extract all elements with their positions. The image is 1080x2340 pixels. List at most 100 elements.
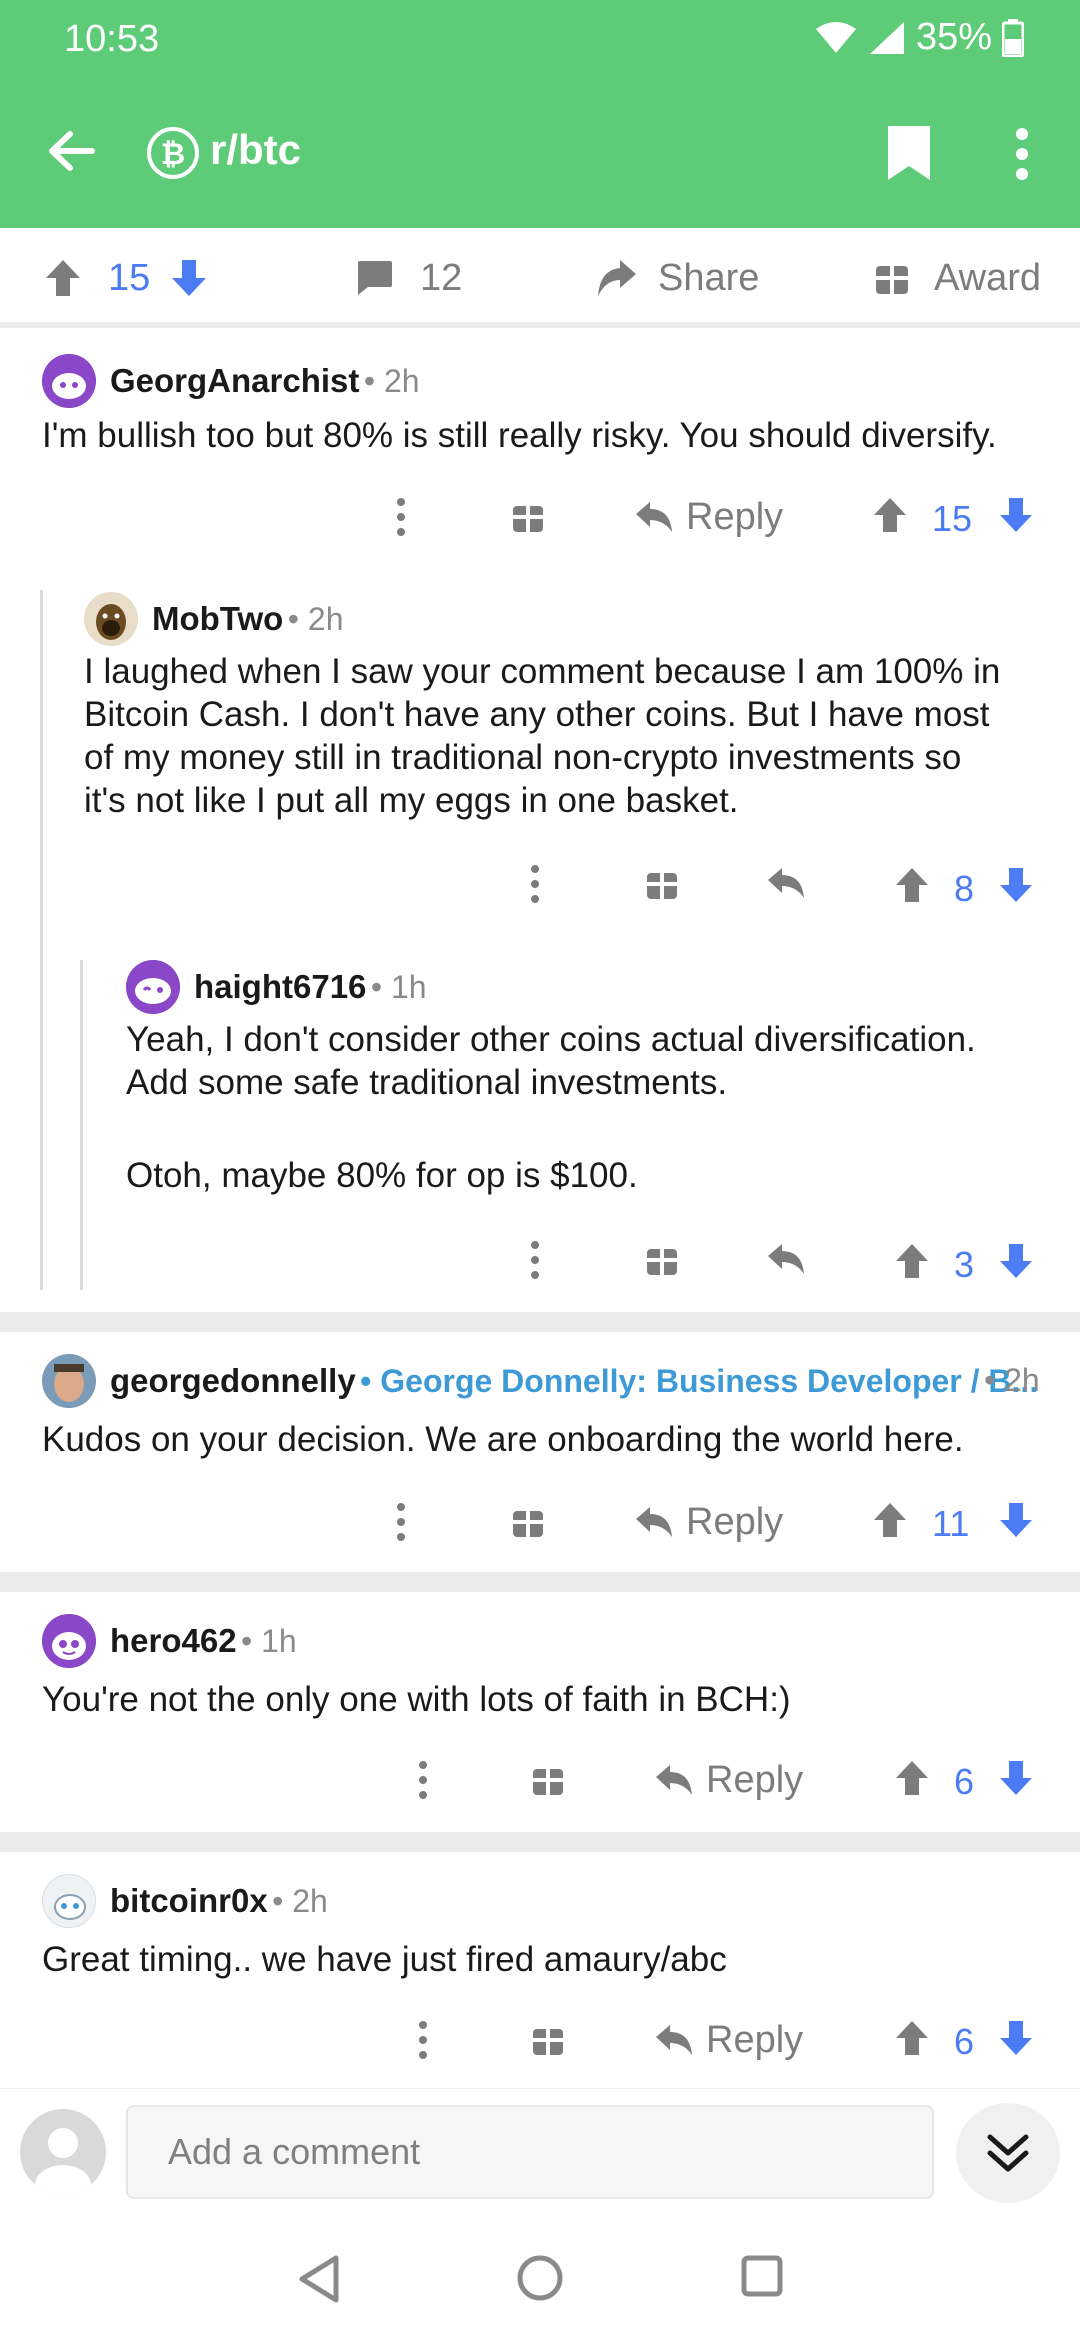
signal-icon: [869, 21, 904, 54]
svg-text:₿: ₿: [161, 137, 185, 172]
reply-icon[interactable]: [766, 1242, 806, 1276]
double-chevron-down-icon: [987, 2134, 1029, 2172]
downvote-icon[interactable]: [998, 1759, 1034, 1797]
reply-icon: [636, 1507, 672, 1537]
reply-icon: [656, 2025, 692, 2055]
comment-body: Yeah, I don't consider other coins actua…: [126, 1018, 1066, 1197]
scroll-down-button[interactable]: [956, 2103, 1060, 2203]
reply-icon[interactable]: [766, 866, 806, 900]
divider: [0, 1312, 1080, 1332]
comment-age: • 1h: [241, 1623, 297, 1659]
divider: [0, 1572, 1080, 1592]
upvote-icon[interactable]: [894, 866, 930, 904]
subreddit-title[interactable]: r/btc: [210, 126, 301, 174]
upvote-icon[interactable]: [44, 258, 82, 298]
reply-button[interactable]: Reply: [634, 490, 783, 544]
more-vert-icon[interactable]: [1012, 124, 1032, 184]
comment-body: You're not the only one with lots of fai…: [42, 1680, 791, 1719]
comment-input[interactable]: Add a comment: [126, 2105, 934, 2199]
downvote-icon[interactable]: [998, 1242, 1034, 1280]
comment-age: • 2h: [363, 363, 420, 399]
status-icons: 35%: [814, 16, 1024, 59]
upvote-icon[interactable]: [872, 496, 908, 534]
upvote-icon[interactable]: [894, 1759, 930, 1797]
comment-line: Add some safe traditional investments.: [126, 1063, 728, 1102]
comments-count-button[interactable]: 12: [354, 228, 462, 328]
user-avatar[interactable]: [20, 2109, 106, 2195]
comment-line: I laughed when I saw your comment becaus…: [84, 652, 1001, 691]
battery-percent: 35%: [915, 16, 992, 58]
comment-age: • 2h: [272, 1883, 328, 1919]
app-header: 10:53 35% ₿ r/btc: [0, 0, 1080, 228]
comment-username[interactable]: hero462: [110, 1622, 237, 1659]
divider: [0, 1832, 1080, 1852]
more-options-icon[interactable]: [522, 1238, 548, 1282]
comment-body: I laughed when I saw your comment becaus…: [84, 650, 1064, 822]
more-options-icon[interactable]: [388, 1500, 414, 1544]
thread-line[interactable]: [80, 960, 83, 1290]
comment-score: 8: [954, 868, 975, 909]
avatar[interactable]: [126, 960, 180, 1014]
avatar[interactable]: [42, 354, 96, 408]
gift-icon[interactable]: [510, 1504, 546, 1540]
gift-icon[interactable]: [644, 1242, 680, 1278]
upvote-icon[interactable]: [894, 2019, 930, 2057]
more-options-icon[interactable]: [388, 495, 414, 539]
comment-line: it's not like I put all my eggs in one b…: [84, 781, 739, 820]
comment-username[interactable]: GeorgAnarchist: [110, 362, 359, 399]
nav-back-icon[interactable]: [296, 2254, 342, 2304]
reply-label: Reply: [686, 1500, 784, 1543]
downvote-icon[interactable]: [998, 866, 1034, 904]
gift-icon[interactable]: [510, 499, 546, 535]
bookmark-icon[interactable]: [886, 124, 932, 182]
comment-username[interactable]: haight6716: [194, 968, 366, 1005]
downvote-icon[interactable]: [998, 496, 1034, 534]
comment-score: 3: [954, 1244, 975, 1285]
reply-button[interactable]: Reply: [634, 1495, 783, 1549]
more-options-icon[interactable]: [522, 862, 548, 906]
gift-icon[interactable]: [530, 2022, 566, 2058]
back-arrow-icon[interactable]: [46, 126, 96, 176]
comments-count: 12: [420, 256, 463, 299]
downvote-icon[interactable]: [998, 1501, 1034, 1539]
more-options-icon[interactable]: [410, 1758, 436, 1802]
nav-home-icon[interactable]: [516, 2254, 564, 2302]
gift-icon[interactable]: [530, 1762, 566, 1798]
comment-line: Yeah, I don't consider other coins actua…: [126, 1020, 976, 1059]
more-options-icon[interactable]: [410, 2018, 436, 2062]
comment-username[interactable]: bitcoinr0x: [110, 1882, 268, 1919]
reply-label: Reply: [706, 2018, 804, 2061]
avatar[interactable]: [42, 1874, 96, 1928]
comment-body: Great timing.. we have just fired amaury…: [42, 1940, 727, 1979]
reply-icon: [656, 1765, 692, 1795]
system-nav-bar: [0, 2214, 1080, 2340]
comment-bar: Add a comment: [0, 2088, 1080, 2214]
avatar[interactable]: [42, 1614, 96, 1668]
avatar[interactable]: [42, 1354, 96, 1408]
avatar[interactable]: [84, 592, 138, 646]
gift-icon[interactable]: [644, 866, 680, 902]
share-icon: [598, 260, 636, 296]
comment-username[interactable]: MobTwo: [152, 600, 283, 637]
share-button[interactable]: Share: [596, 228, 759, 328]
comment-bubble-icon: [358, 261, 392, 295]
award-button[interactable]: Award: [874, 228, 1041, 328]
comment-age: • 2h: [984, 1362, 1040, 1398]
thread-line[interactable]: [40, 590, 43, 1290]
comment-username[interactable]: georgedonnelly: [110, 1362, 356, 1399]
downvote-icon[interactable]: [998, 2019, 1034, 2057]
comment-score: 15: [932, 498, 973, 539]
status-time: 10:53: [64, 18, 160, 60]
downvote-icon[interactable]: [170, 258, 208, 298]
user-flair: • George Donnelly: Business Developer / …: [360, 1363, 1039, 1399]
reply-button[interactable]: Reply: [654, 1753, 803, 1807]
reply-button[interactable]: Reply: [654, 2013, 803, 2067]
nav-recents-icon[interactable]: [740, 2254, 784, 2298]
reply-icon: [636, 502, 672, 532]
upvote-icon[interactable]: [894, 1242, 930, 1280]
gift-icon: [876, 266, 908, 294]
comment-line: Otoh, maybe 80% for op is $100.: [126, 1156, 638, 1195]
upvote-icon[interactable]: [872, 1501, 908, 1539]
comment-body: I'm bullish too but 80% is still really …: [42, 416, 997, 455]
share-label: Share: [658, 256, 760, 299]
